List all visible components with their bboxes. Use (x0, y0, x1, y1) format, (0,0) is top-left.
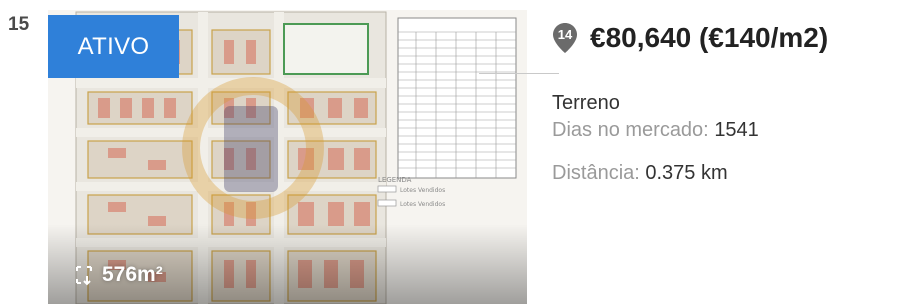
marker-number: 14 (558, 27, 573, 42)
property-type: Terreno (552, 92, 620, 114)
days-on-market: Dias no mercado: 1541 (552, 119, 759, 142)
area-value: 576m² (102, 263, 163, 286)
listing-card[interactable]: 15 LEGENDA Lotes Vendidos Lotes Vendidos… (0, 0, 904, 304)
distance-label: Distância: (552, 162, 640, 184)
divider (479, 73, 559, 74)
area-icon (76, 266, 92, 286)
distance-value: 0.375 km (645, 162, 728, 184)
legend-title: LEGENDA (378, 176, 412, 184)
price-row: 14 €80,640 (€140/m2) (552, 22, 828, 54)
days-value: 1541 (714, 119, 759, 141)
listing-index: 15 (8, 14, 30, 35)
status-badge: ATIVO (48, 15, 179, 78)
legend-item: Lotes Vendidos (400, 201, 445, 208)
distance: Distância: 0.375 km (552, 162, 728, 185)
map-marker-icon[interactable]: 14 (552, 22, 578, 54)
days-label: Dias no mercado: (552, 119, 709, 141)
listing-info: 14 €80,640 (€140/m2) Terreno Dias no mer… (552, 0, 904, 304)
legend-item: Lotes Vendidos (400, 187, 445, 194)
area-label: 576m² (74, 263, 163, 287)
price[interactable]: €80,640 (€140/m2) (590, 22, 828, 54)
